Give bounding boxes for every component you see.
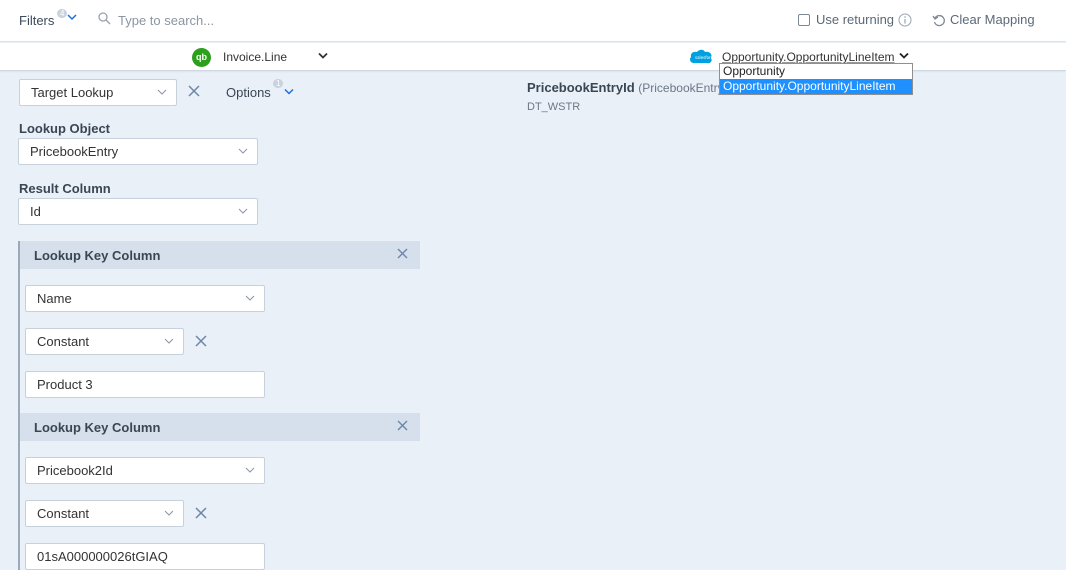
info-icon[interactable] [898, 13, 912, 27]
result-column-label: Result Column [19, 181, 111, 196]
filters-button[interactable]: Filters 4 [19, 9, 77, 28]
lookup-key-title: Lookup Key Column [34, 420, 161, 435]
chevron-down-icon [245, 295, 255, 301]
mapping-type-value: Target Lookup [31, 85, 114, 100]
lookup-key-value: 01sA000000026tGIAQ [37, 549, 168, 564]
quickbooks-icon: qb [192, 48, 211, 67]
chevron-down-icon [67, 14, 77, 21]
chevron-down-icon [164, 510, 174, 516]
lookup-key-value-input[interactable]: Product 3 [25, 371, 265, 398]
filters-count-badge: 4 [57, 9, 68, 18]
chevron-down-icon [284, 88, 294, 95]
lookup-object-label: Lookup Object [19, 121, 110, 136]
chevron-down-icon [245, 467, 255, 473]
target-field-type: DT_WSTR [527, 101, 581, 113]
chevron-down-icon [238, 148, 248, 154]
chevron-down-icon[interactable] [318, 52, 328, 60]
use-returning-checkbox[interactable] [798, 13, 810, 26]
lookup-key-header: Lookup Key Column [20, 241, 420, 269]
lookup-object-value: PricebookEntry [30, 144, 119, 159]
chevron-down-icon [164, 338, 174, 344]
chevron-down-icon [157, 89, 167, 95]
chevron-down-icon[interactable] [899, 52, 909, 60]
filters-label: Filters [19, 13, 55, 28]
target-field-reference: (PricebookEntry) [638, 81, 728, 95]
search-input[interactable] [118, 11, 418, 29]
target-field-name: PricebookEntryId (PricebookEntry) [527, 80, 728, 95]
dropdown-option-selected[interactable]: Opportunity.OpportunityLineItem [720, 79, 912, 94]
lookup-key-source-type-select[interactable]: Constant [25, 328, 184, 355]
target-object-select[interactable]: Opportunity.OpportunityLineItem [722, 50, 895, 64]
chevron-down-icon [238, 208, 248, 214]
undo-icon [932, 14, 945, 26]
dropdown-option[interactable]: Opportunity [720, 64, 912, 79]
source-object-select[interactable]: Invoice.Line [223, 50, 287, 64]
clear-mapping-button[interactable]: Clear Mapping [932, 12, 1035, 27]
close-icon[interactable] [397, 248, 408, 259]
lookup-key-source-type-select[interactable]: Constant [25, 500, 184, 527]
lookup-key-source-type-value: Constant [37, 506, 90, 521]
lookup-object-select[interactable]: PricebookEntry [18, 138, 258, 165]
lookup-key-value-input[interactable]: 01sA000000026tGIAQ [25, 543, 265, 570]
lookup-key-value: Product 3 [37, 377, 93, 392]
mapping-type-select[interactable]: Target Lookup [19, 79, 177, 106]
lookup-key-title: Lookup Key Column [34, 248, 161, 263]
target-object-dropdown: Opportunity Opportunity.OpportunityLineI… [719, 63, 913, 95]
options-label: Options [226, 85, 271, 100]
salesforce-icon: salesforce [690, 49, 713, 64]
lookup-key-source-type-value: Constant [37, 334, 90, 349]
close-icon[interactable] [195, 335, 207, 347]
close-icon[interactable] [397, 420, 408, 431]
lookup-key-column-value: Pricebook2Id [37, 463, 113, 478]
close-icon[interactable] [188, 85, 200, 97]
lookup-key-column-value: Name [37, 291, 72, 306]
top-toolbar: Filters 4 Use returning Clear Mapping [0, 0, 1066, 42]
svg-text:salesforce: salesforce [695, 55, 713, 60]
close-icon[interactable] [195, 507, 207, 519]
lookup-key-column-select[interactable]: Pricebook2Id [25, 457, 265, 484]
options-count-badge: 1 [273, 79, 284, 88]
search-icon [98, 12, 111, 25]
lookup-key-column-select[interactable]: Name [25, 285, 265, 312]
result-column-value: Id [30, 204, 41, 219]
result-column-select[interactable]: Id [18, 198, 258, 225]
use-returning-label: Use returning [816, 12, 895, 27]
clear-mapping-label: Clear Mapping [950, 12, 1035, 27]
options-button[interactable]: Options 1 [226, 79, 294, 100]
target-field-name-text: PricebookEntryId [527, 80, 635, 95]
lookup-key-header: Lookup Key Column [20, 413, 420, 441]
use-returning-toggle[interactable]: Use returning [798, 12, 912, 27]
